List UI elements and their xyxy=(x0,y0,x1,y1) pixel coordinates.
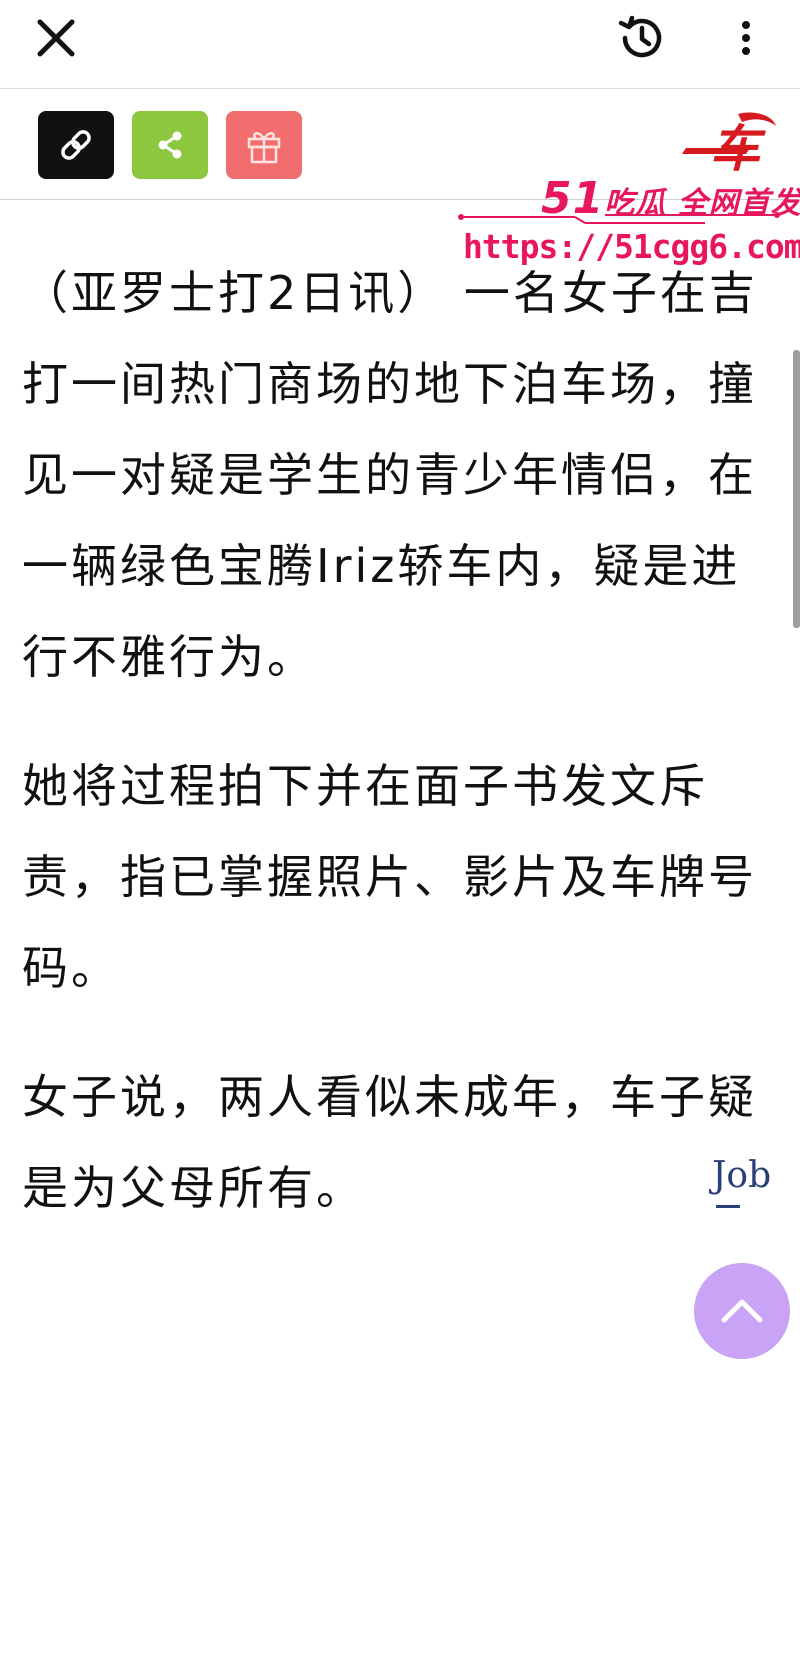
article-paragraph: 女子说，两人看似未成年，车子疑是为父母所有。 xyxy=(22,1070,757,1215)
article-paragraph: （亚罗士打2日讯） 一名女子在吉打一间热门商场的地下泊车场，撞见一对疑是学生的青… xyxy=(22,266,758,684)
job-logo-text: Job xyxy=(712,1155,772,1196)
link-icon xyxy=(61,130,91,160)
job-logo-underline xyxy=(716,1205,740,1208)
history-button[interactable] xyxy=(610,6,674,70)
more-vertical-icon xyxy=(742,21,750,55)
job-logo[interactable]: Job xyxy=(712,1155,778,1211)
more-options-button[interactable] xyxy=(726,10,766,66)
share-button[interactable] xyxy=(132,111,208,179)
article-paragraph: 她将过程拍下并在面子书发文斥责，指已掌握照片、影片及车牌号码。 xyxy=(22,759,757,995)
close-button[interactable] xyxy=(28,10,84,66)
top-bar xyxy=(0,0,800,89)
copy-link-button[interactable] xyxy=(38,111,114,179)
scrollbar-thumb[interactable] xyxy=(793,350,800,628)
close-icon xyxy=(37,19,75,57)
gift-icon xyxy=(247,132,281,164)
history-icon xyxy=(618,15,662,58)
gift-button[interactable] xyxy=(226,111,302,179)
share-icon xyxy=(158,131,182,159)
chevron-up-icon xyxy=(721,1299,763,1323)
scroll-to-top-button[interactable] xyxy=(694,1263,790,1359)
watermark-circuit-lines xyxy=(458,212,780,224)
article-body: （亚罗士打2日讯） 一名女子在吉打一间热门商场的地下泊车场，撞见一对疑是学生的青… xyxy=(22,248,772,1272)
